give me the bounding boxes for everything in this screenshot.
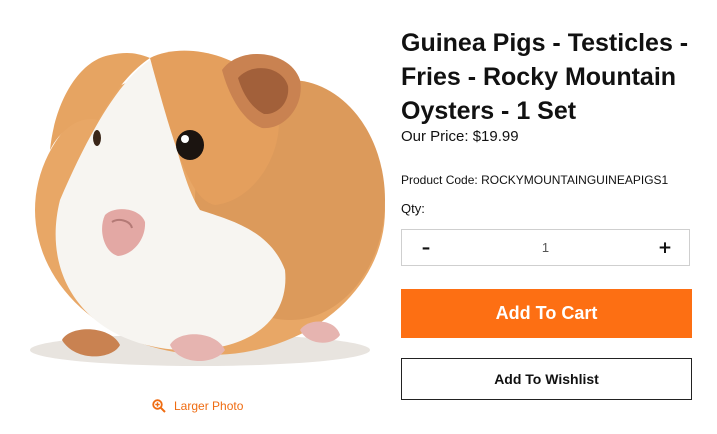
add-to-cart-button[interactable]: Add To Cart	[401, 289, 692, 338]
quantity-stepper: – +	[401, 229, 690, 266]
product-code-value: ROCKYMOUNTAINGUINEAPIGS1	[481, 173, 669, 187]
guinea-pig-eye	[176, 130, 204, 160]
product-code-label: Product Code:	[401, 173, 478, 187]
quantity-input[interactable]	[450, 229, 641, 266]
larger-photo-label[interactable]: Larger Photo	[174, 399, 243, 413]
guinea-pig-eye-glint	[181, 135, 189, 143]
price-label: Our Price:	[401, 128, 469, 145]
product-code: Product Code: ROCKYMOUNTAINGUINEAPIGS1	[401, 173, 668, 187]
add-to-wishlist-button[interactable]: Add To Wishlist	[401, 358, 692, 400]
product-price: Our Price: $19.99	[401, 128, 519, 145]
quantity-increase-button[interactable]: +	[641, 230, 689, 265]
product-title: Guinea Pigs - Testicles - Fries - Rocky …	[401, 29, 689, 125]
zoom-in-icon	[152, 399, 166, 413]
quantity-decrease-button[interactable]: –	[402, 230, 450, 265]
quantity-label: Qty:	[401, 201, 425, 216]
larger-photo-link[interactable]: Larger Photo	[152, 397, 243, 415]
guinea-pig-far-eye	[93, 130, 101, 146]
product-photo[interactable]	[0, 0, 392, 392]
product-photo-column: Larger Photo	[0, 0, 392, 434]
price-value: $19.99	[472, 128, 519, 145]
